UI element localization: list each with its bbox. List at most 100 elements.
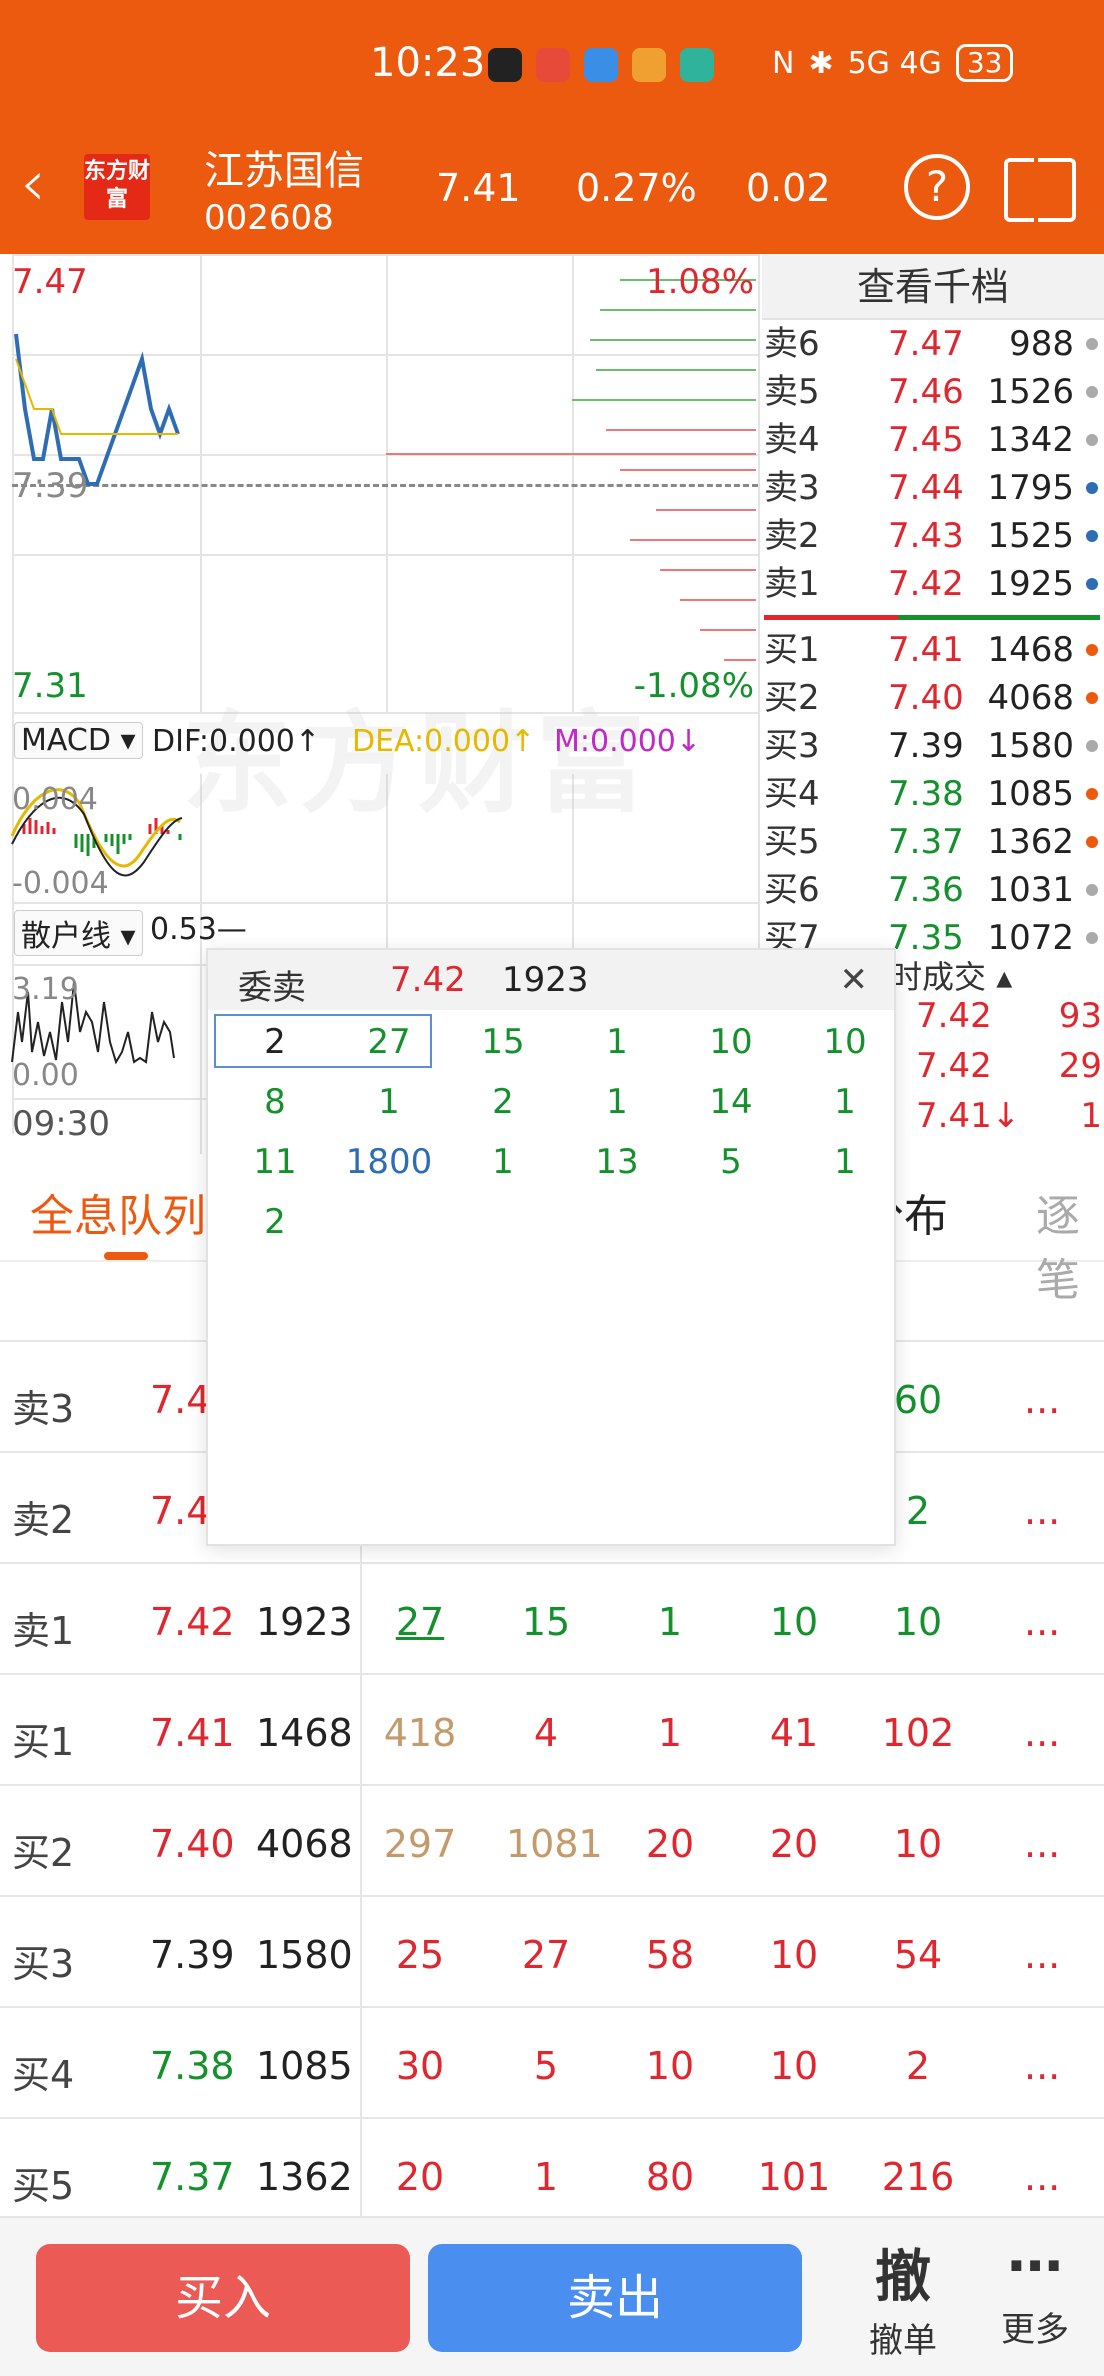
queue-cell[interactable]: 297 <box>380 1822 460 1866</box>
more-icon[interactable]: ... <box>1024 1822 1060 1866</box>
split-screen-icon[interactable] <box>1004 158 1076 222</box>
macd-dea: DEA:0.000↑ <box>352 724 536 759</box>
queue-cell[interactable]: 10 <box>754 1933 834 1977</box>
more-icon[interactable]: ... <box>1024 1600 1060 1644</box>
queue-cell[interactable]: 20 <box>630 1822 710 1866</box>
cancel-order-button[interactable]: 撤 撤单 <box>858 2232 948 2362</box>
queue-cell[interactable]: 4 <box>506 1711 586 1755</box>
queue-cell[interactable]: 20 <box>380 2155 460 2199</box>
queue-cell[interactable]: 15 <box>506 1600 586 1644</box>
queue-cell[interactable]: 10 <box>878 1822 958 1866</box>
view-depth-button[interactable]: 查看千档 <box>762 254 1104 320</box>
asks-row[interactable]: 卖5 7.46 1526 <box>762 368 1104 416</box>
queue-cell[interactable]: 41 <box>754 1711 834 1755</box>
asks-row[interactable]: 卖4 7.45 1342 <box>762 416 1104 464</box>
queue-cell[interactable]: 25 <box>380 1933 460 1977</box>
asks-row[interactable]: 卖2 7.43 1525 <box>762 512 1104 560</box>
queue-cell[interactable]: 10 <box>754 1600 834 1644</box>
popup-cell[interactable]: 14 <box>674 1082 788 1122</box>
popup-cell[interactable]: 1 <box>788 1082 902 1122</box>
table-row[interactable]: 买3 7.39 1580 25 27 58 10 54... <box>0 1895 1104 2009</box>
popup-cell[interactable]: 1800 <box>332 1142 446 1182</box>
popup-cell[interactable]: 1 <box>446 1142 560 1182</box>
table-row[interactable]: 卖1 7.42 1923 27 15 1 10 10... <box>0 1562 1104 1676</box>
popup-cell[interactable]: 2 <box>446 1082 560 1122</box>
queue-cell[interactable]: 54 <box>878 1933 958 1977</box>
level-dot-icon <box>1086 884 1098 896</box>
level-dot-icon <box>1086 644 1098 656</box>
more-icon[interactable]: ... <box>1024 1933 1060 1977</box>
queue-cell[interactable]: 102 <box>878 1711 958 1755</box>
macd-label: MACD <box>21 723 111 758</box>
bids-row[interactable]: 买5 7.37 1362 <box>762 818 1104 866</box>
row-volume: 1085 <box>256 2044 353 2088</box>
popup-cell[interactable]: 11 <box>218 1142 332 1182</box>
popup-cell[interactable]: 10 <box>788 1022 902 1062</box>
popup-cell[interactable]: 5 <box>674 1142 788 1182</box>
more-button[interactable]: ⋯ 更多 <box>990 2232 1080 2351</box>
popup-cell[interactable]: 15 <box>446 1022 560 1062</box>
popup-header: 委卖 7.42 1923 ✕ <box>208 950 894 1010</box>
table-row[interactable]: 买1 7.41 1468 418 4 1 41 102... <box>0 1673 1104 1787</box>
popup-cell[interactable]: 1 <box>560 1082 674 1122</box>
macd-m: M:0.000↓ <box>554 724 702 759</box>
queue-cell[interactable]: 58 <box>630 1933 710 1977</box>
queue-cell[interactable]: 30 <box>380 2044 460 2088</box>
asks-row[interactable]: 卖1 7.42 1925 <box>762 560 1104 608</box>
queue-cell[interactable]: 80 <box>630 2155 710 2199</box>
queue-cell[interactable]: 27 <box>506 1933 586 1977</box>
queue-cell[interactable]: 2 <box>878 2044 958 2088</box>
status-bar: 10:23 N ✱ 5G 4G 33 <box>0 0 1104 132</box>
help-icon[interactable]: ? <box>904 154 970 220</box>
macd-selector[interactable]: MACD ▾ <box>14 722 143 759</box>
queue-cell[interactable]: 1 <box>630 1711 710 1755</box>
asks-row[interactable]: 卖6 7.47 988 <box>762 320 1104 368</box>
tab-tick-by-tick[interactable]: 逐笔 <box>1036 1180 1104 1308</box>
queue-cell[interactable]: 216 <box>878 2155 958 2199</box>
popup-cell[interactable]: 1 <box>788 1142 902 1182</box>
table-row[interactable]: 买5 7.37 1362 20 1 80 101 216... <box>0 2117 1104 2231</box>
queue-cell[interactable]: 5 <box>506 2044 586 2088</box>
bids-row[interactable]: 买6 7.36 1031 <box>762 866 1104 914</box>
popup-cell[interactable]: 2 <box>218 1202 332 1242</box>
more-icon[interactable]: ... <box>1024 2044 1060 2088</box>
queue-cell[interactable]: 10 <box>630 2044 710 2088</box>
more-icon[interactable]: ... <box>1024 1489 1060 1533</box>
queue-cell[interactable]: 27 <box>380 1600 460 1644</box>
queue-cell[interactable]: 20 <box>754 1822 834 1866</box>
table-row[interactable]: 买4 7.38 1085 30 5 10 10 2... <box>0 2006 1104 2120</box>
more-icon[interactable]: ... <box>1024 1378 1060 1422</box>
queue-cell[interactable]: 10 <box>754 2044 834 2088</box>
queue-cell[interactable]: 1 <box>506 2155 586 2199</box>
back-icon[interactable]: ‹ <box>20 152 46 216</box>
queue-cell[interactable]: 1 <box>630 1600 710 1644</box>
more-icon[interactable]: ... <box>1024 1711 1060 1755</box>
popup-cell[interactable]: 2 <box>218 1022 332 1062</box>
popup-cell[interactable]: 27 <box>332 1022 446 1062</box>
sell-button[interactable]: 卖出 <box>428 2244 802 2352</box>
table-row[interactable]: 买2 7.40 4068 297 1081 20 20 10... <box>0 1784 1104 1898</box>
bids-row[interactable]: 买3 7.39 1580 <box>762 722 1104 770</box>
popup-cell[interactable]: 10 <box>674 1022 788 1062</box>
popup-cell[interactable]: 8 <box>218 1082 332 1122</box>
buy-button[interactable]: 买入 <box>36 2244 410 2352</box>
queue-cell[interactable]: 101 <box>754 2155 834 2199</box>
popup-cell[interactable]: 13 <box>560 1142 674 1182</box>
row-price: 7.41 <box>150 1711 235 1755</box>
level-dot-icon <box>1086 836 1098 848</box>
queue-cell[interactable]: 1081 <box>506 1822 603 1866</box>
tab-full-queue[interactable]: 全息队列 <box>30 1180 206 1244</box>
bids-row[interactable]: 买4 7.38 1085 <box>762 770 1104 818</box>
retail-selector[interactable]: 散户线 ▾ <box>14 910 143 956</box>
asks-row[interactable]: 卖3 7.44 1795 <box>762 464 1104 512</box>
queue-cell[interactable]: 10 <box>878 1600 958 1644</box>
trade-list-title[interactable]: 时成交 ▴ <box>890 952 1104 996</box>
more-icon[interactable]: ... <box>1024 2155 1060 2199</box>
popup-cell[interactable]: 1 <box>332 1082 446 1122</box>
time-label: 09:30 <box>12 1104 110 1144</box>
close-icon[interactable]: ✕ <box>840 960 869 1000</box>
popup-cell[interactable]: 1 <box>560 1022 674 1062</box>
bids-row[interactable]: 买2 7.40 4068 <box>762 674 1104 722</box>
bids-row[interactable]: 买1 7.41 1468 <box>762 626 1104 674</box>
queue-cell[interactable]: 418 <box>380 1711 460 1755</box>
